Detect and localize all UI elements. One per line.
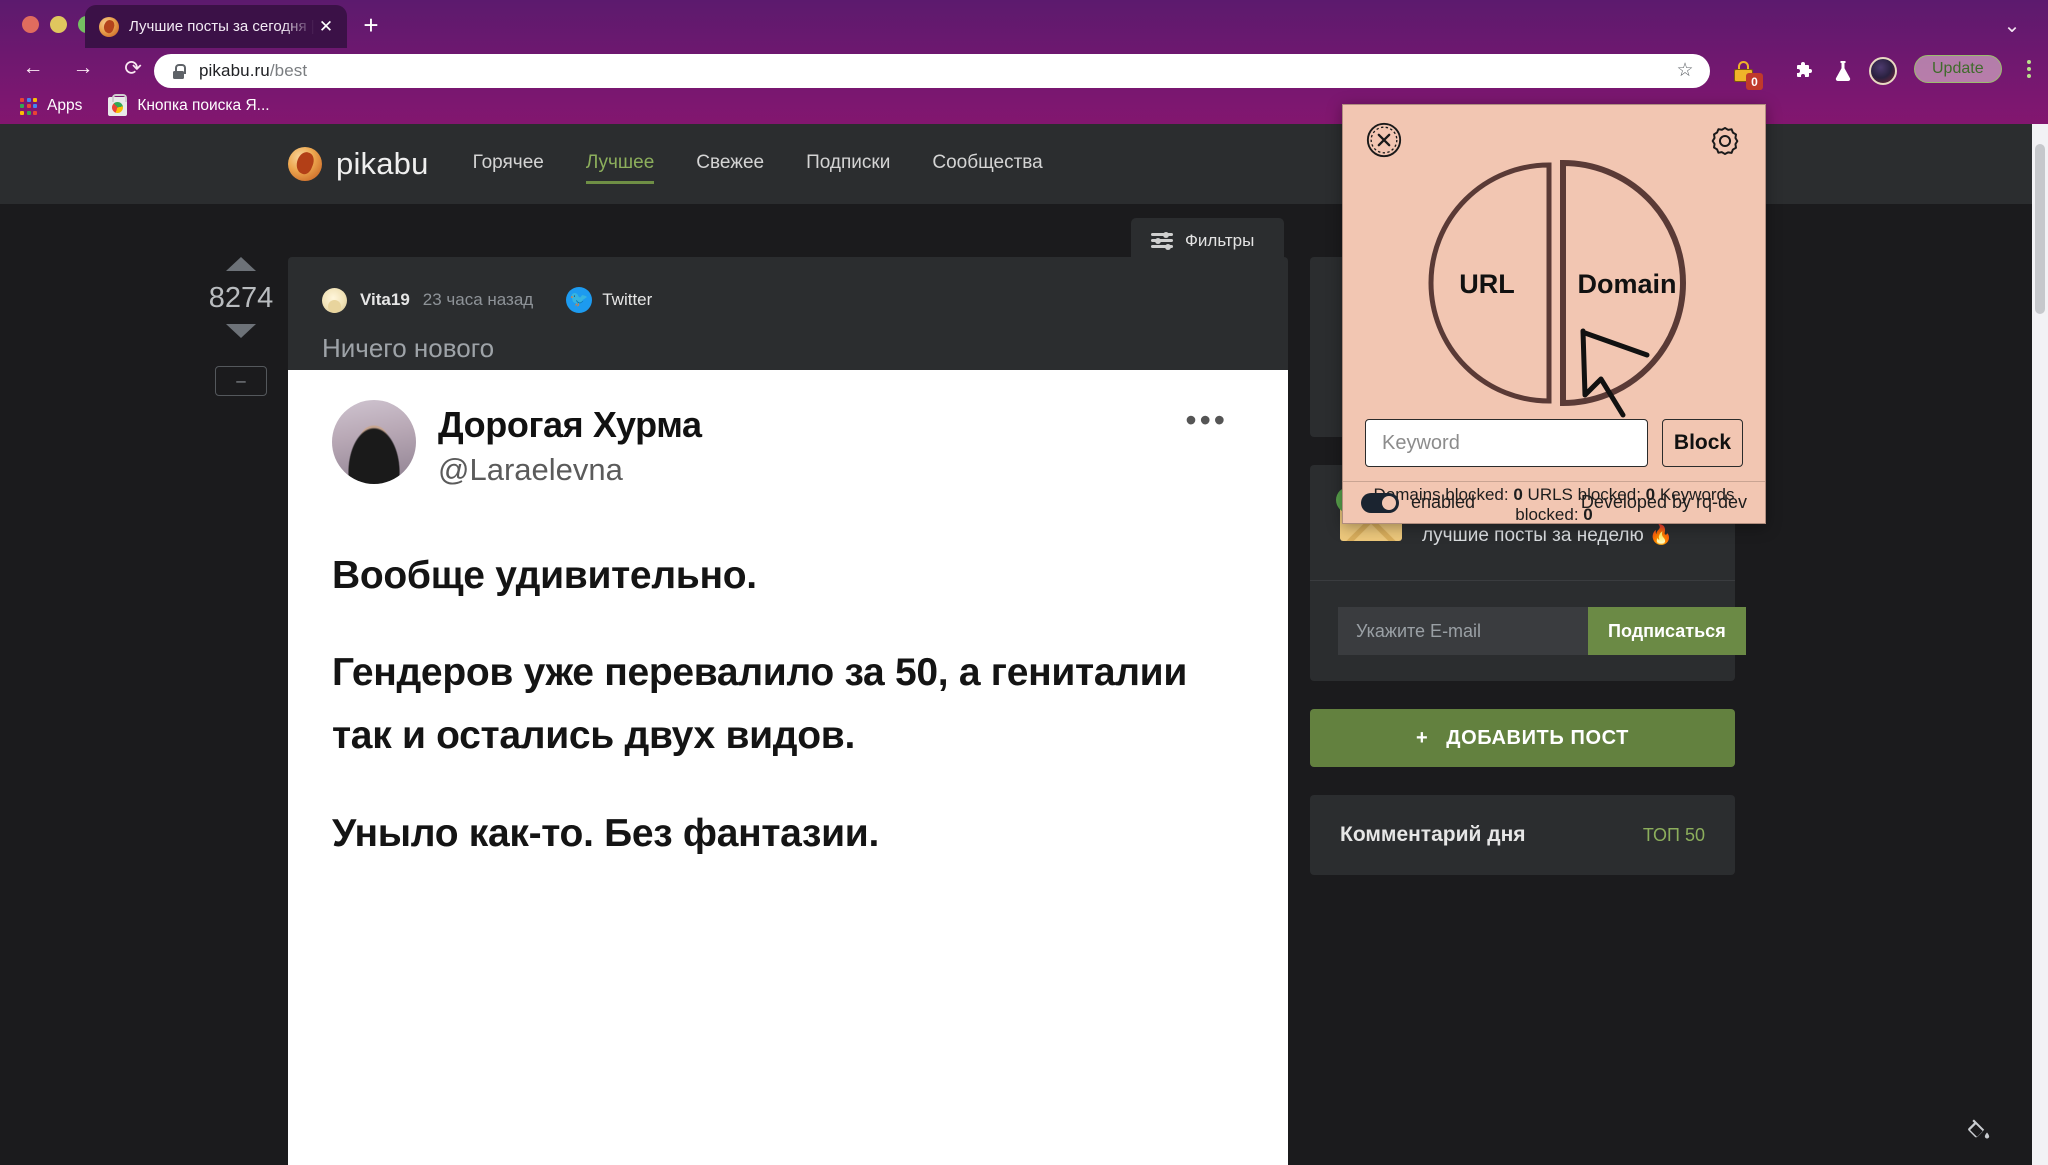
- browser-window: Лучшие посты за сегодня | Пи ✕ + ⌄ ← → ⟳…: [0, 0, 2048, 1165]
- diagram-label-url: URL: [1459, 269, 1515, 299]
- vote-widget: 8274 –: [196, 257, 286, 396]
- scrollbar-thumb[interactable]: [2035, 144, 2045, 314]
- url-text: pikabu.ru/best: [199, 61, 307, 81]
- forward-button[interactable]: →: [66, 51, 100, 85]
- site-logo-text: pikabu: [336, 146, 429, 181]
- author-avatar[interactable]: [322, 287, 347, 313]
- toggle-switch[interactable]: [1361, 492, 1399, 513]
- new-tab-button[interactable]: +: [355, 10, 387, 42]
- theme-paint-icon[interactable]: [1962, 1113, 1996, 1147]
- tweet-identity: Дорогая Хурма @Laraelevna: [438, 400, 702, 488]
- diagram-label-domain: Domain: [1577, 269, 1676, 299]
- nav-item-best[interactable]: Лучшее: [585, 152, 655, 204]
- nav-item-communities[interactable]: Сообщества: [932, 152, 1042, 204]
- chrome-store-icon: [108, 93, 128, 116]
- blocker-extension-popup: URL Domain Block Domains blocked: 0 URLS…: [1342, 104, 1766, 524]
- profile-avatar[interactable]: [1868, 56, 1898, 86]
- collapse-post-button[interactable]: –: [215, 366, 267, 396]
- update-button[interactable]: Update: [1914, 55, 2002, 83]
- post-time: 23 часа назад: [422, 290, 534, 309]
- popup-footer: enabled Developed by rq-dev: [1343, 481, 1765, 523]
- sliders-icon: [1151, 231, 1173, 250]
- tweet-line: Вообще удивительно.: [332, 554, 757, 597]
- browser-menu-button[interactable]: [2018, 56, 2040, 82]
- tweet-line: Уныло как-то. Без фантазии.: [332, 811, 880, 855]
- post-source-label: Twitter: [602, 290, 653, 309]
- tab-title: Лучшие посты за сегодня | Пи: [129, 18, 315, 35]
- post-title[interactable]: Ничего нового: [288, 313, 1288, 364]
- tweet-body: Вообще удивительно. Гендеров уже перевал…: [332, 544, 1288, 865]
- block-button[interactable]: Block: [1662, 419, 1743, 467]
- comment-of-the-day-card: Комментарий дня ТОП 50: [1310, 795, 1735, 875]
- chevron-down-icon[interactable]: ⌄: [1998, 12, 2026, 40]
- experiments-flask-icon[interactable]: [1828, 56, 1858, 86]
- apps-grid-icon: [20, 97, 37, 115]
- tweet-handle: @Laraelevna: [438, 452, 623, 487]
- extensions-puzzle-icon[interactable]: [1790, 56, 1820, 86]
- tweet-avatar: [332, 400, 416, 484]
- blocker-extension-icon[interactable]: 0: [1728, 56, 1763, 90]
- email-field[interactable]: [1338, 607, 1588, 655]
- filters-label: Фильтры: [1185, 230, 1255, 250]
- plus-icon: +: [1415, 726, 1429, 749]
- post-image: ••• Дорогая Хурма @Laraelevna Вообще уди…: [288, 370, 1288, 1165]
- address-bar[interactable]: pikabu.ru/best ☆: [154, 54, 1710, 88]
- top50-link[interactable]: ТОП 50: [1643, 825, 1705, 846]
- toggle-label: enabled: [1411, 492, 1476, 512]
- pikabu-favicon-icon: [99, 16, 119, 37]
- lock-icon: [172, 63, 186, 79]
- add-post-label: ДОБАВИТЬ ПОСТ: [1446, 726, 1629, 749]
- post-meta: Vita19 23 часа назад Twitter: [288, 257, 1288, 313]
- vote-score: 8274: [208, 282, 274, 314]
- nav-item-subscriptions[interactable]: Подписки: [806, 152, 890, 204]
- page-scrollbar[interactable]: [2032, 124, 2048, 1165]
- bookmark-label: Кнопка поиска Я...: [137, 97, 270, 114]
- subscribe-button[interactable]: Подписаться: [1588, 607, 1746, 655]
- bookmark-label: Apps: [47, 97, 83, 114]
- post-source-tag[interactable]: Twitter: [566, 287, 652, 313]
- bookmark-yandex-search[interactable]: Кнопка поиска Я...: [108, 93, 270, 116]
- minimize-window-button[interactable]: [50, 16, 67, 33]
- close-tab-icon[interactable]: ✕: [315, 16, 337, 38]
- site-logo[interactable]: pikabu: [288, 146, 429, 182]
- developer-credit: Developed by rq-dev: [1580, 492, 1747, 512]
- url-domain: pikabu.ru: [199, 61, 270, 80]
- bookmark-apps[interactable]: Apps: [20, 97, 82, 115]
- tweet-display-name: Дорогая Хурма: [438, 404, 702, 445]
- comment-card-header: Комментарий дня ТОП 50: [1340, 823, 1705, 847]
- newsletter-form: Подписаться: [1310, 580, 1746, 681]
- keyword-input[interactable]: [1365, 419, 1648, 467]
- site-navigation: Горячее Лучшее Свежее Подписки Сообществ…: [473, 124, 1043, 204]
- back-button[interactable]: ←: [16, 51, 50, 85]
- reload-button[interactable]: ⟳: [116, 51, 150, 85]
- close-window-button[interactable]: [22, 16, 39, 33]
- downvote-button[interactable]: [226, 324, 256, 338]
- tweet-line: Гендеров уже перевалило за 50, а генитал…: [332, 651, 1188, 758]
- tab-strip: Лучшие посты за сегодня | Пи ✕ + ⌄: [0, 0, 2048, 48]
- tweet-menu-icon[interactable]: •••: [1185, 404, 1228, 436]
- post-author[interactable]: Vita19: [360, 290, 410, 310]
- twitter-icon: [566, 287, 593, 313]
- comment-card-title: Комментарий дня: [1340, 823, 1526, 846]
- pikabu-logo-icon: [288, 147, 322, 181]
- browser-tab[interactable]: Лучшие посты за сегодня | Пи ✕: [85, 5, 347, 48]
- post-card: Vita19 23 часа назад Twitter Ничего ново…: [288, 257, 1288, 1165]
- avatar-image: [1869, 57, 1897, 85]
- url-path: /best: [269, 61, 308, 80]
- nav-item-fresh[interactable]: Свежее: [696, 152, 764, 204]
- add-post-button[interactable]: + ДОБАВИТЬ ПОСТ: [1310, 709, 1735, 767]
- enabled-toggle[interactable]: enabled: [1361, 492, 1475, 513]
- tweet-header: Дорогая Хурма @Laraelevna: [332, 400, 1288, 488]
- bookmark-star-icon[interactable]: ☆: [1674, 60, 1696, 82]
- block-form: Block: [1343, 419, 1765, 467]
- nav-item-hot[interactable]: Горячее: [473, 152, 544, 204]
- url-domain-diagram: URL Domain: [1343, 133, 1765, 449]
- browser-toolbar: ← → ⟳ pikabu.ru/best ☆ 0 Update: [0, 48, 2048, 90]
- upvote-button[interactable]: [226, 257, 256, 271]
